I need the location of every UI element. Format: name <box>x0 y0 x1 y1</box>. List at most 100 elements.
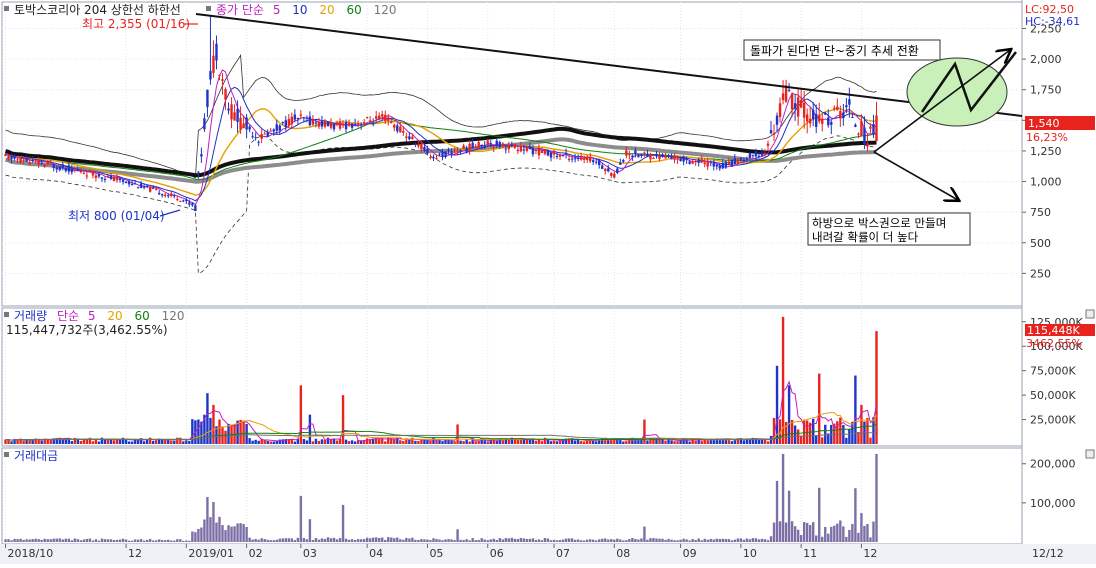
amount-bar <box>429 540 432 542</box>
volume-bar <box>118 439 122 444</box>
candle-body <box>393 124 396 128</box>
price-tick-label: 2,250 <box>1030 22 1062 35</box>
amount-bar <box>293 540 297 542</box>
volume-bar <box>688 441 691 444</box>
amount-bar <box>206 497 209 542</box>
candle-body <box>495 140 498 146</box>
amount-bar <box>591 539 595 542</box>
volume-bar <box>305 440 309 444</box>
volume-menu-icon[interactable] <box>4 312 9 317</box>
candle-body <box>314 122 318 124</box>
amount-bar <box>405 537 408 542</box>
candle-body <box>543 149 547 154</box>
amount-bar <box>218 516 221 542</box>
volume-bar <box>477 441 480 444</box>
volume-bar <box>378 438 381 444</box>
candle-body <box>73 169 77 171</box>
amount-bar <box>284 538 287 542</box>
amount-axis: 200,000 100,000 <box>1022 458 1076 510</box>
candle-body <box>450 151 453 154</box>
ma20-legend: 20 <box>319 3 334 17</box>
candle-body <box>655 153 658 157</box>
volume-bar <box>423 439 426 444</box>
candle-body <box>209 70 212 80</box>
candle-body <box>709 162 712 164</box>
ma-menu-icon[interactable] <box>206 6 211 11</box>
candle-body <box>781 93 785 101</box>
amount-bar <box>224 530 227 542</box>
candle-body <box>579 156 583 160</box>
candle-body <box>721 163 724 169</box>
amount-bar <box>402 539 405 542</box>
volume-close-button[interactable] <box>1085 309 1095 319</box>
candle-body <box>417 144 420 147</box>
amount-bar <box>730 540 734 542</box>
candle-body <box>591 160 595 163</box>
volume-bar <box>251 440 254 444</box>
amount-bar <box>552 539 556 542</box>
vol-ma120-legend: 120 <box>162 309 185 323</box>
candle-body <box>46 162 49 165</box>
candle-body <box>405 136 408 138</box>
candle-body <box>320 120 324 127</box>
candle-body <box>769 130 773 134</box>
amount-bar <box>579 540 583 542</box>
amount-menu-icon[interactable] <box>4 452 9 457</box>
amount-bar <box>516 538 520 542</box>
volume-bar <box>124 439 128 444</box>
candle-body <box>371 122 375 124</box>
candle-body <box>332 124 336 130</box>
amount-bar <box>462 540 465 542</box>
volume-bar <box>573 440 577 444</box>
candle-body <box>658 156 661 159</box>
candle-body <box>799 100 803 108</box>
amount-bar <box>61 539 64 542</box>
amount-bar <box>341 504 345 542</box>
amount-bar <box>670 539 673 542</box>
note1-text: 돌파가 된다면 단~중기 추세 전환 <box>750 44 919 58</box>
volume-bar <box>555 441 559 444</box>
volume-bar <box>441 441 444 444</box>
amount-bar <box>154 540 158 542</box>
volume-bar <box>501 440 504 444</box>
volume-bar <box>595 441 598 444</box>
amount-bar <box>91 540 95 542</box>
volume-bar <box>429 440 432 444</box>
amount-bar <box>88 538 92 542</box>
high-label: 최고 2,355 (01/16) <box>82 17 190 31</box>
volume-bar <box>417 440 420 444</box>
amount-bar <box>161 540 164 542</box>
panel-menu-icon[interactable] <box>4 6 9 11</box>
amount-bar <box>679 539 682 542</box>
amount-bar <box>305 539 309 542</box>
volume-bar <box>148 437 152 444</box>
amount-bar <box>378 537 381 542</box>
candle-body <box>465 147 468 152</box>
amount-bar <box>766 540 770 542</box>
candle-body <box>88 171 92 173</box>
amount-bar <box>173 540 176 542</box>
amount-bar <box>546 538 550 542</box>
amount-bar <box>215 522 218 542</box>
amount-bar <box>317 539 321 542</box>
amount-bar <box>742 539 746 542</box>
amount-bar <box>459 539 462 542</box>
candle-body <box>486 140 489 146</box>
volume-bar <box>218 419 221 444</box>
x-tick-label: 2018/10 <box>8 547 54 560</box>
candle-body <box>164 194 167 197</box>
candle-body <box>582 158 586 160</box>
candle-body <box>154 188 158 190</box>
volume-bar <box>173 440 176 444</box>
amount-bar <box>567 538 571 542</box>
candle-body <box>170 193 173 197</box>
amount-bar <box>272 540 275 542</box>
candle-body <box>197 171 200 173</box>
volume-bar <box>290 439 294 444</box>
amount-bar <box>582 540 586 542</box>
amount-close-button[interactable] <box>1085 449 1095 459</box>
volume-bar <box>384 441 387 444</box>
amount-bar <box>643 526 646 542</box>
amount-bar <box>754 538 758 542</box>
candle-body <box>293 114 297 120</box>
